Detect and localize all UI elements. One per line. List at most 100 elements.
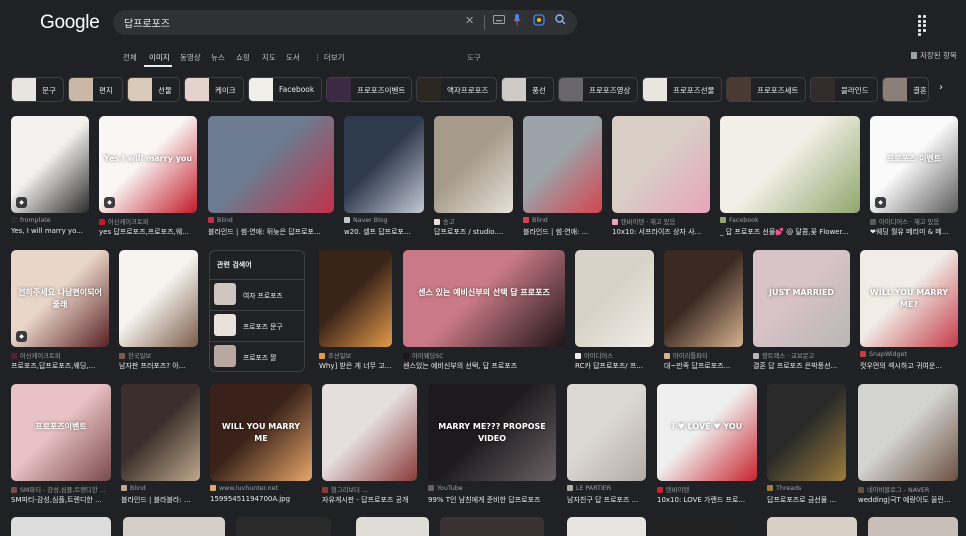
result-source[interactable]: fromplate xyxy=(11,217,89,224)
result-thumbnail[interactable] xyxy=(868,517,958,536)
related-item[interactable]: 여자 프로포즈 xyxy=(210,279,304,308)
result-thumbnail[interactable] xyxy=(657,517,737,536)
chip-12[interactable]: 결혼 xyxy=(882,77,929,102)
result-source[interactable]: 아이디어스 xyxy=(575,351,654,360)
chip-0[interactable]: 문구 xyxy=(11,77,64,102)
search-input[interactable]: 답프로포즈 xyxy=(124,15,170,30)
search-icon[interactable] xyxy=(555,14,566,28)
result-thumbnail[interactable] xyxy=(767,517,857,536)
result-source[interactable]: Threads xyxy=(767,485,846,492)
result-thumbnail[interactable]: WILL YOU MARRY ME xyxy=(210,384,312,481)
result-title[interactable]: 대~만족 답프로포즈... xyxy=(664,361,743,371)
result-title[interactable]: SM파티-감성,심플,트렌디한 ... xyxy=(11,495,111,505)
result-thumbnail[interactable] xyxy=(356,517,429,536)
chip-11[interactable]: 블라인드 xyxy=(810,77,878,102)
result-title[interactable]: 자유게시판 - 답프로포즈 공개 xyxy=(322,495,417,505)
result-title[interactable]: 답프로포즈 / studio.... xyxy=(434,227,513,237)
result-thumbnail[interactable] xyxy=(236,517,331,536)
result-source[interactable]: 아이디어스 · 재고 있음 xyxy=(870,217,958,226)
result-thumbnail[interactable] xyxy=(858,384,958,481)
result-title[interactable]: 답프로포즈로 금선물 ... xyxy=(767,495,846,505)
mic-icon[interactable] xyxy=(513,14,521,29)
result-title[interactable]: Why] 받은 게 너무 고... xyxy=(319,361,392,371)
tab-4[interactable]: 쇼핑 xyxy=(236,52,250,63)
chip-4[interactable]: Facebook xyxy=(248,77,322,102)
search-bar[interactable]: 답프로포즈 ✕ xyxy=(113,10,577,35)
result-title[interactable]: 15995451194700A.jpg xyxy=(210,495,312,503)
result-thumbnail[interactable] xyxy=(567,384,646,481)
result-thumbnail[interactable]: ◆ xyxy=(11,116,89,213)
result-title[interactable]: wedding|극T 예랑이도 울린... xyxy=(858,495,958,505)
result-title[interactable]: _ 답 프로포즈 선물💕 @ 달콤,꽃 Flower... xyxy=(720,227,860,237)
result-title[interactable]: 남자친구 답 프로포즈 ... xyxy=(567,495,646,505)
saved-items-button[interactable]: 저장된 항목 xyxy=(911,50,957,61)
result-source[interactable]: Blind xyxy=(523,217,602,224)
tab-5[interactable]: 지도 xyxy=(262,52,276,63)
result-source[interactable]: www.luvhunter.net xyxy=(210,485,312,492)
result-title[interactable]: 10x10: 서프라이즈 상자 사... xyxy=(612,227,710,237)
result-source[interactable]: 어신케이크토퍼 xyxy=(99,217,197,226)
apps-icon[interactable] xyxy=(918,15,930,36)
chip-9[interactable]: 프로포즈선물 xyxy=(642,77,722,102)
result-title[interactable]: 센스있는 예비신부의 선택, 답 프로포즈 xyxy=(403,361,565,371)
result-thumbnail[interactable] xyxy=(440,517,544,536)
chip-3[interactable]: 케이크 xyxy=(184,77,244,102)
result-thumbnail[interactable] xyxy=(121,384,200,481)
tab-6[interactable]: 도서 xyxy=(286,52,300,63)
tools-button[interactable]: 도구 xyxy=(467,52,481,63)
result-thumbnail[interactable] xyxy=(767,384,846,481)
result-title[interactable]: 10x10: LOVE 가랜드 프로... xyxy=(657,495,757,505)
result-thumbnail[interactable]: MARRY ME??? PROPOSE VIDEO xyxy=(428,384,556,481)
lens-icon[interactable] xyxy=(533,14,545,29)
tab-7[interactable]: ⋮ 더보기 xyxy=(314,52,345,63)
chip-10[interactable]: 프로포즈세트 xyxy=(726,77,806,102)
clear-icon[interactable]: ✕ xyxy=(465,14,474,27)
result-title[interactable]: 블라인드 | 블라블라: ... xyxy=(121,495,200,505)
chip-1[interactable]: 편지 xyxy=(68,77,123,102)
result-thumbnail[interactable] xyxy=(664,250,743,347)
result-thumbnail[interactable]: WILL YOU MARRY ME? xyxy=(860,250,958,347)
result-title[interactable]: 컷우먼의 섹시하고 귀여운... xyxy=(860,361,958,371)
result-source[interactable]: Naver Blog xyxy=(344,217,424,224)
result-title[interactable]: RC카 답프로포즈/ 프... xyxy=(575,361,654,371)
result-title[interactable]: 남자판 프러포즈? 아... xyxy=(119,361,198,371)
chevron-right-icon[interactable]: › xyxy=(939,82,943,93)
result-thumbnail[interactable] xyxy=(344,116,424,213)
result-title[interactable]: 99% T인 남친에게 준비한 답프로포즈 xyxy=(428,495,556,505)
result-thumbnail[interactable] xyxy=(208,116,334,213)
result-source[interactable]: SnapWidget xyxy=(860,351,958,358)
result-thumbnail[interactable] xyxy=(720,116,860,213)
result-title[interactable]: ❤웨딩 월유 메리미 & 메... xyxy=(870,227,958,237)
chip-8[interactable]: 프로포즈영상 xyxy=(558,77,638,102)
result-thumbnail[interactable]: 센스 있는 예비신부의 선택 답 프로포즈 xyxy=(403,250,565,347)
result-thumbnail[interactable]: 프로포즈 이벤트 ◆ xyxy=(870,116,958,213)
result-thumbnail[interactable]: 프로포즈이벤트 xyxy=(11,384,111,481)
chip-7[interactable]: 풍선 xyxy=(501,77,554,102)
result-source[interactable]: 텐바이텐 · 재고 있음 xyxy=(612,217,710,226)
result-title[interactable]: Yes, I will marry yo... xyxy=(11,227,89,235)
result-thumbnail[interactable] xyxy=(11,517,111,536)
result-title[interactable]: 프로포즈,답프로포즈,웨딩,... xyxy=(11,361,109,371)
result-source[interactable]: 네이버블로그 - NAVER xyxy=(858,485,958,494)
result-source[interactable]: 조선일보 xyxy=(319,351,392,360)
related-item[interactable]: 프로포즈 짤 xyxy=(210,341,304,370)
result-source[interactable]: SM파티 - 강성,심플,트렌디한 ... xyxy=(11,485,111,494)
result-source[interactable]: 아이웨딩SC xyxy=(403,351,565,360)
result-title[interactable]: 결혼 답 프로포즈 은박풍선... xyxy=(753,361,850,371)
tab-2[interactable]: 동영상 xyxy=(180,52,201,63)
result-title[interactable]: 블라인드 | 썸·연애: 뒤늦은 답프로포... xyxy=(208,227,334,237)
result-title[interactable]: w20. 셀프 답프로포... xyxy=(344,227,424,237)
related-item[interactable]: 프로포즈 문구 xyxy=(210,310,304,339)
chip-6[interactable]: 액자프로포즈 xyxy=(416,77,497,102)
result-thumbnail[interactable] xyxy=(612,116,710,213)
result-thumbnail[interactable] xyxy=(434,116,513,213)
result-source[interactable]: LE PARTIER xyxy=(567,485,646,492)
result-thumbnail[interactable] xyxy=(575,250,654,347)
result-source[interactable]: Blind xyxy=(121,485,200,492)
result-source[interactable]: 어신케이크토퍼 xyxy=(11,351,109,360)
tab-0[interactable]: 전체 xyxy=(123,52,137,63)
result-source[interactable]: 텐바이텐 xyxy=(657,485,757,494)
result-thumbnail[interactable] xyxy=(119,250,198,347)
result-thumbnail[interactable] xyxy=(523,116,602,213)
result-source[interactable]: 한국일보 xyxy=(119,351,198,360)
